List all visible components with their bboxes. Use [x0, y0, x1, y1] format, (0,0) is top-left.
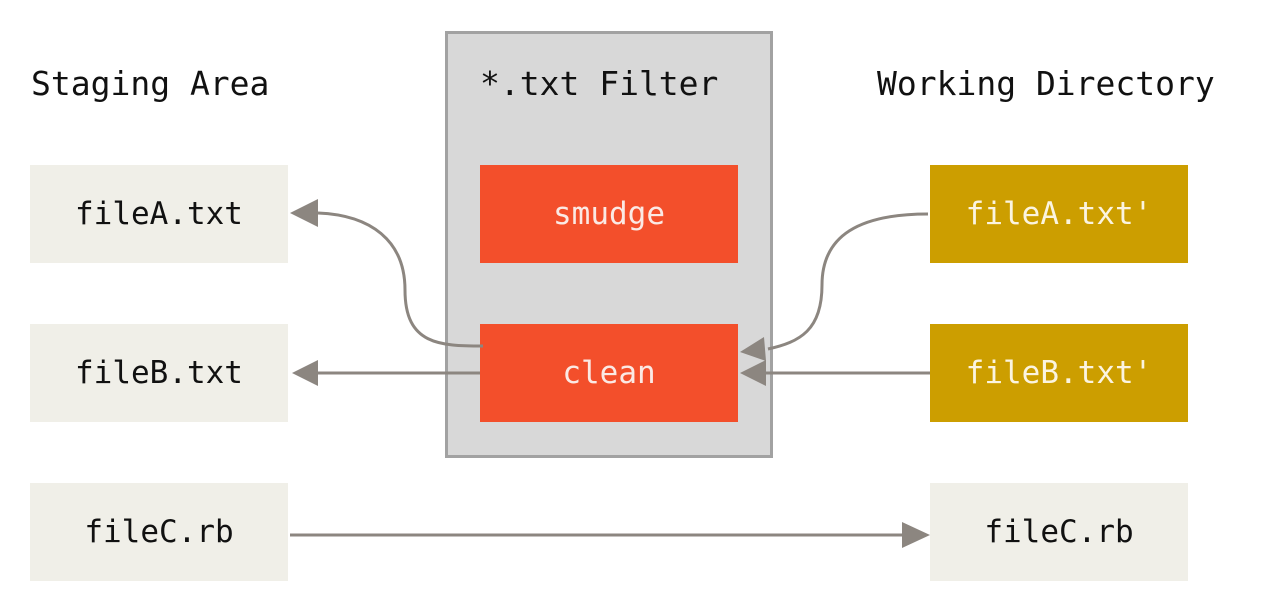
working-file-a: fileA.txt' [930, 165, 1188, 263]
arrowhead-staging-file-b [292, 360, 318, 386]
smudge-step: smudge [480, 165, 738, 263]
staging-area-title: Staging Area [31, 64, 270, 103]
arrowhead-staging-file-a [290, 199, 318, 227]
arrowhead-working-file-c [902, 522, 930, 548]
staging-file-b: fileB.txt [30, 324, 288, 422]
clean-step: clean [480, 324, 738, 422]
staging-file-a: fileA.txt [30, 165, 288, 263]
working-file-b: fileB.txt' [930, 324, 1188, 422]
working-file-c: fileC.rb [930, 483, 1188, 581]
working-directory-title: Working Directory [877, 64, 1215, 103]
arrow-working-file-a-to-clean [767, 212, 929, 351]
staging-file-c: fileC.rb [30, 483, 288, 581]
filter-title: *.txt Filter [480, 64, 719, 103]
